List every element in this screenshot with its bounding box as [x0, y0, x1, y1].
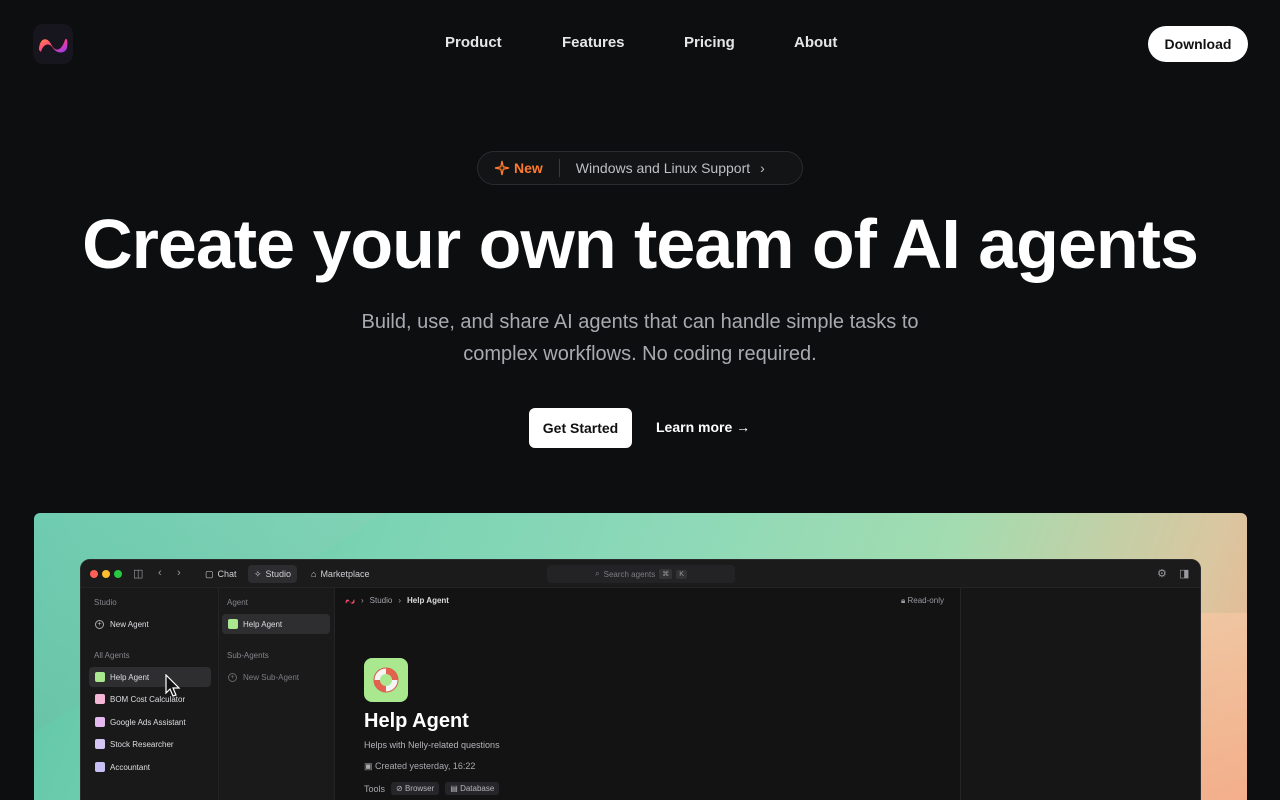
- nav-link-pricing[interactable]: Pricing: [684, 34, 735, 51]
- sidebar-item-label: Stock Researcher: [110, 739, 174, 749]
- back-icon[interactable]: ‹: [158, 567, 162, 579]
- new-agent-label: New Agent: [110, 619, 149, 629]
- app-showcase: ◫ ‹ › ▢ Chat ✧ Studio ⌂ Marketplace ⌕ Se…: [34, 513, 1247, 800]
- agent-title: Help Agent: [364, 710, 469, 732]
- get-started-button[interactable]: Get Started: [529, 408, 632, 448]
- lifebuoy-icon: [373, 667, 399, 693]
- tool-chip-label: Browser: [404, 784, 435, 793]
- chevron-right-icon: ›: [760, 160, 765, 176]
- sidebar-section-studio: Studio: [94, 598, 117, 607]
- agent-item-help-agent[interactable]: Help Agent: [222, 614, 330, 634]
- read-only-label: Read-only: [907, 596, 944, 605]
- studio-sidebar: Studio + New Agent All Agents Help Agent…: [81, 588, 219, 800]
- app-titlebar: ◫ ‹ › ▢ Chat ✧ Studio ⌂ Marketplace ⌕ Se…: [81, 560, 1200, 588]
- breadcrumb-current: Help Agent: [407, 596, 449, 605]
- badge-text: Windows and Linux Support: [575, 160, 751, 176]
- sidebar-item-label: Accountant: [110, 762, 151, 772]
- sidebar-item-help-agent[interactable]: Help Agent: [89, 667, 211, 687]
- tab-chat-label: Chat: [217, 569, 237, 579]
- download-button[interactable]: Download: [1148, 26, 1248, 62]
- search-placeholder: Search agents: [603, 569, 656, 579]
- agent-tools: Tools ⊘ Browser ▤ Database: [364, 782, 500, 795]
- nelly-logo-icon: [345, 598, 355, 604]
- sidebar-item-bom-cost-calculator[interactable]: BOM Cost Calculator: [89, 689, 211, 709]
- help-agent-icon: [228, 619, 238, 629]
- badge-divider: [558, 159, 560, 177]
- sparkle-icon: ✧: [254, 568, 262, 579]
- tab-marketplace-label: Marketplace: [320, 569, 370, 579]
- mouse-cursor-icon: [165, 674, 181, 697]
- agent-created-text: Created yesterday, 16:22: [375, 761, 476, 771]
- sidebar-toggle-icon[interactable]: ◫: [133, 567, 143, 580]
- sidebar-item-label: Google Ads Assistant: [110, 717, 186, 727]
- right-panel: [960, 588, 1200, 800]
- sparkle-icon: [494, 160, 510, 176]
- new-agent-button[interactable]: + New Agent: [89, 614, 211, 634]
- lock-icon: 🔒︎: [901, 596, 906, 605]
- calendar-icon: ▣: [364, 761, 373, 771]
- app-window: ◫ ‹ › ▢ Chat ✧ Studio ⌂ Marketplace ⌕ Se…: [80, 559, 1201, 800]
- forward-icon[interactable]: ›: [177, 567, 181, 579]
- nav-link-about[interactable]: About: [794, 34, 837, 51]
- store-icon: ⌂: [311, 569, 317, 579]
- agent-description: Helps with Nelly-related questions: [364, 740, 500, 750]
- shortcut-key-k: K: [676, 569, 687, 579]
- shortcut-key-cmd: ⌘: [659, 569, 673, 579]
- tab-chat[interactable]: ▢ Chat: [199, 565, 243, 583]
- agent-structure-panel: Agent Help Agent Sub-Agents + New Sub-Ag…: [219, 588, 335, 800]
- sidebar-item-label: Help Agent: [110, 672, 150, 682]
- chart-icon: [95, 739, 105, 749]
- tool-chip-label: Database: [460, 784, 495, 793]
- search-agents-input[interactable]: ⌕ Search agents ⌘ K: [547, 565, 735, 583]
- sidebar-item-accountant[interactable]: Accountant: [89, 757, 211, 777]
- settings-icon[interactable]: ⚙: [1157, 567, 1167, 580]
- nav-link-product[interactable]: Product: [445, 34, 502, 51]
- sidebar-item-stock-researcher[interactable]: Stock Researcher: [89, 734, 211, 754]
- hero-subtitle: Build, use, and share AI agents that can…: [330, 306, 950, 370]
- learn-more-link[interactable]: Learn more →: [656, 419, 750, 435]
- panel-toggle-icon[interactable]: ◨: [1179, 567, 1189, 580]
- help-agent-icon: [95, 672, 105, 682]
- sidebar-item-google-ads-assistant[interactable]: Google Ads Assistant: [89, 712, 211, 732]
- new-sub-agent-label: New Sub-Agent: [243, 672, 300, 682]
- top-nav: Product Features Pricing About: [0, 34, 1280, 54]
- sidebar-section-all-agents: All Agents: [94, 651, 130, 660]
- plus-icon: +: [228, 672, 237, 682]
- agent-created: ▣ Created yesterday, 16:22: [364, 761, 475, 772]
- nav-link-features[interactable]: Features: [562, 34, 625, 51]
- help-agent-avatar: [364, 658, 408, 702]
- calculator-icon: [95, 694, 105, 704]
- tab-marketplace[interactable]: ⌂ Marketplace: [305, 565, 375, 583]
- section-agent: Agent: [227, 598, 248, 607]
- read-only-badge: 🔒︎ Read-only: [901, 596, 944, 606]
- agent-item-label: Help Agent: [243, 619, 283, 629]
- hero-subtitle-line-1: Build, use, and share AI agents that can…: [361, 311, 919, 333]
- ads-icon: [95, 717, 105, 727]
- tool-chip-database: ▤ Database: [445, 782, 500, 795]
- tab-studio-label: Studio: [265, 569, 292, 579]
- search-icon: ⌕: [595, 569, 600, 578]
- new-sub-agent-button[interactable]: + New Sub-Agent: [222, 667, 330, 687]
- maximize-window-dot[interactable]: [114, 570, 122, 578]
- tool-chip-browser: ⊘ Browser: [391, 782, 440, 795]
- tab-studio[interactable]: ✧ Studio: [248, 565, 298, 583]
- chevron-right-icon: ›: [398, 596, 402, 605]
- ledger-icon: [95, 762, 105, 772]
- tools-label: Tools: [364, 783, 386, 794]
- breadcrumb-studio[interactable]: Studio: [370, 596, 393, 605]
- agent-detail: › Studio › Help Agent 🔒︎ Read-only Help …: [335, 588, 960, 800]
- breadcrumb: › Studio › Help Agent: [345, 596, 449, 605]
- announcement-badge[interactable]: New Windows and Linux Support ›: [477, 151, 803, 185]
- chevron-right-icon: ›: [361, 596, 364, 605]
- badge-new-tag: New: [514, 160, 543, 176]
- close-window-dot[interactable]: [90, 570, 98, 578]
- hero-title: Create your own team of AI agents: [82, 205, 1199, 283]
- hero-subtitle-line-2: complex workflows. No coding required.: [463, 343, 817, 365]
- minimize-window-dot[interactable]: [102, 570, 110, 578]
- plus-icon: +: [95, 619, 104, 629]
- section-sub-agents: Sub-Agents: [227, 651, 269, 660]
- chat-icon: ▢: [205, 568, 214, 579]
